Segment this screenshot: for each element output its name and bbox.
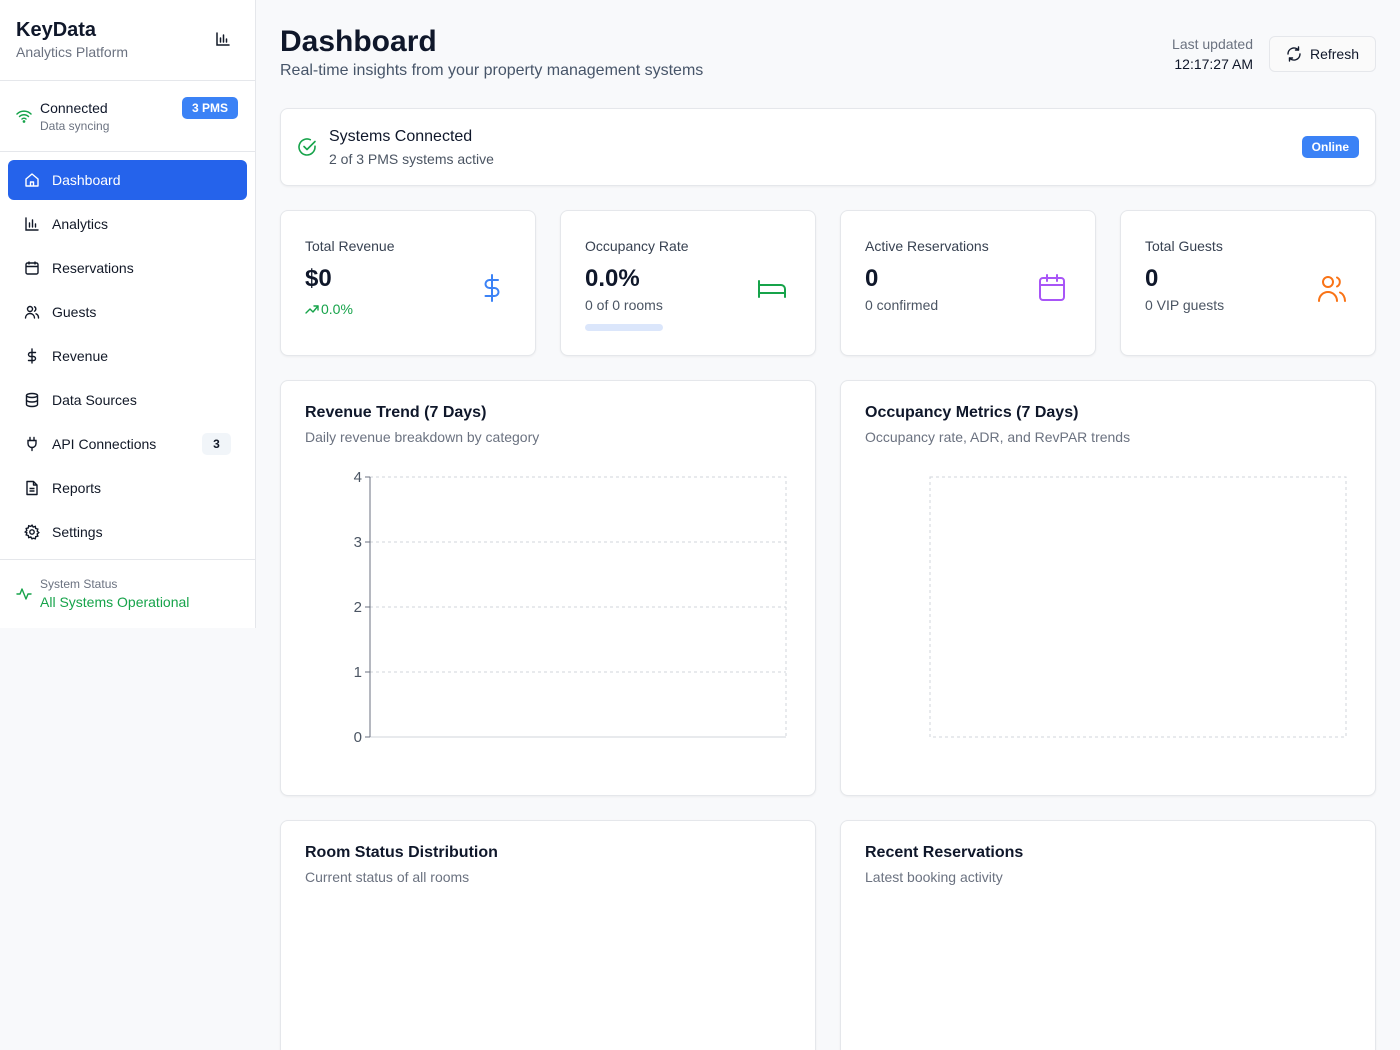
total-guests-card: Total Guests 0 0 VIP guests — [1120, 210, 1376, 356]
card-subtitle: Current status of all rooms — [305, 869, 470, 885]
stat-label: Occupancy Rate — [585, 238, 689, 254]
page-title: Dashboard — [280, 25, 437, 58]
users-icon — [24, 305, 40, 319]
pms-count-badge: 3 PMS — [181, 97, 238, 119]
last-updated: Last updated 12:17:27 AM — [1172, 36, 1253, 72]
database-icon — [25, 392, 39, 408]
chart-plot-area — [929, 476, 1347, 738]
file-icon — [26, 480, 38, 496]
y-tick-label: 0 — [354, 729, 362, 746]
card-subtitle: Latest booking activity — [865, 869, 1003, 885]
brand-header: KeyData Analytics Platform — [0, 0, 255, 81]
calendar-icon — [25, 261, 39, 275]
activity-icon — [16, 588, 32, 600]
system-status: System Status All Systems Operational — [0, 560, 255, 610]
room-status-card: Room Status Distribution Current status … — [280, 820, 816, 1050]
last-updated-label: Last updated — [1172, 36, 1253, 52]
occupancy-rate-card: Occupancy Rate 0.0% 0 of 0 rooms — [560, 210, 816, 356]
bar-chart-icon — [25, 217, 39, 231]
y-tick-label: 4 — [354, 469, 362, 486]
calendar-icon — [1039, 274, 1065, 301]
sidebar: KeyData Analytics Platform Connected Dat… — [0, 0, 256, 628]
systems-connected-card: Systems Connected 2 of 3 PMS systems act… — [280, 108, 1376, 186]
sidebar-item-label: Guests — [52, 304, 97, 320]
sidebar-item-analytics[interactable]: Analytics — [8, 204, 247, 244]
card-title: Room Status Distribution — [305, 844, 498, 861]
bar-chart-icon[interactable] — [215, 31, 231, 47]
stat-value: 0.0% — [585, 265, 640, 292]
sidebar-nav: Dashboard Analytics Reservations Guests … — [0, 152, 255, 560]
occupancy-metrics-card: Occupancy Metrics (7 Days) Occupancy rat… — [840, 380, 1376, 796]
sidebar-item-label: Reports — [52, 480, 102, 496]
stat-value: 0 — [1145, 265, 1159, 292]
connection-status: Connected Data syncing 3 PMS — [0, 81, 255, 152]
gear-icon — [24, 524, 40, 540]
occupancy-progress-bar — [585, 324, 663, 331]
sidebar-item-reports[interactable]: Reports — [8, 468, 247, 508]
sidebar-item-label: Data Sources — [52, 392, 137, 408]
refresh-icon — [1287, 46, 1301, 62]
sidebar-item-data-sources[interactable]: Data Sources — [8, 380, 247, 420]
stat-value: 0 — [865, 265, 879, 292]
sidebar-item-dashboard[interactable]: Dashboard — [8, 160, 247, 200]
occupancy-metrics-chart — [929, 476, 1347, 738]
sidebar-item-guests[interactable]: Guests — [8, 292, 247, 332]
stat-label: Total Guests — [1145, 238, 1223, 254]
users-icon — [1318, 276, 1346, 302]
sidebar-item-label: Analytics — [52, 216, 109, 232]
sidebar-item-api-connections[interactable]: API Connections 3 — [8, 424, 247, 464]
sidebar-item-label: Dashboard — [52, 172, 121, 188]
sidebar-item-revenue[interactable]: Revenue — [8, 336, 247, 376]
stat-label: Active Reservations — [865, 238, 989, 254]
online-badge: Online — [1301, 136, 1359, 158]
main-content: Dashboard Real-time insights from your p… — [256, 0, 1400, 1050]
y-tick-label: 3 — [354, 534, 362, 551]
brand-subtitle: Analytics Platform — [16, 44, 129, 60]
active-reservations-card: Active Reservations 0 0 confirmed — [840, 210, 1096, 356]
systems-connected-subtitle: 2 of 3 PMS systems active — [329, 151, 494, 167]
y-tick-label: 1 — [354, 664, 362, 681]
system-status-value: All Systems Operational — [40, 594, 190, 610]
revenue-trend-chart: 0 1 2 3 4 — [354, 469, 787, 746]
page-subtitle: Real-time insights from your property ma… — [280, 62, 704, 79]
system-status-label: System Status — [40, 577, 118, 591]
stat-subtext: 0 VIP guests — [1145, 297, 1225, 313]
sidebar-item-label: Reservations — [52, 260, 134, 276]
api-connections-count-badge: 3 — [202, 433, 231, 455]
recent-reservations-card: Recent Reservations Latest booking activ… — [840, 820, 1376, 1050]
revenue-trend-card: Revenue Trend (7 Days) Daily revenue bre… — [280, 380, 816, 796]
stat-value: $0 — [305, 265, 332, 292]
systems-connected-title: Systems Connected — [329, 128, 473, 145]
last-updated-time: 12:17:27 AM — [1174, 56, 1253, 72]
dollar-icon — [27, 348, 37, 364]
stat-subtext: 0 of 0 rooms — [585, 297, 663, 313]
check-circle-icon — [298, 138, 316, 156]
total-revenue-card: Total Revenue $0 0.0% — [280, 210, 536, 356]
dollar-icon — [484, 274, 500, 302]
connection-subtitle: Data syncing — [40, 119, 110, 133]
plug-icon — [27, 436, 37, 452]
brand-name: KeyData — [16, 19, 97, 41]
revenue-trend: 0.0% — [305, 301, 353, 317]
sidebar-item-reservations[interactable]: Reservations — [8, 248, 247, 288]
bed-icon — [758, 280, 786, 298]
stat-label: Total Revenue — [305, 238, 395, 254]
refresh-label: Refresh — [1309, 46, 1360, 62]
sidebar-item-label: Settings — [52, 524, 103, 540]
refresh-button[interactable]: Refresh — [1269, 36, 1376, 72]
y-tick-label: 2 — [354, 599, 362, 616]
revenue-trend-value: 0.0% — [321, 301, 353, 317]
sidebar-item-label: API Connections — [52, 436, 157, 452]
sidebar-item-settings[interactable]: Settings — [8, 512, 247, 552]
stat-subtext: 0 confirmed — [865, 297, 939, 313]
wifi-icon — [16, 110, 32, 123]
trending-up-icon — [305, 305, 319, 314]
sidebar-item-label: Revenue — [52, 348, 109, 364]
card-title: Recent Reservations — [865, 844, 1024, 861]
home-icon — [25, 173, 39, 187]
